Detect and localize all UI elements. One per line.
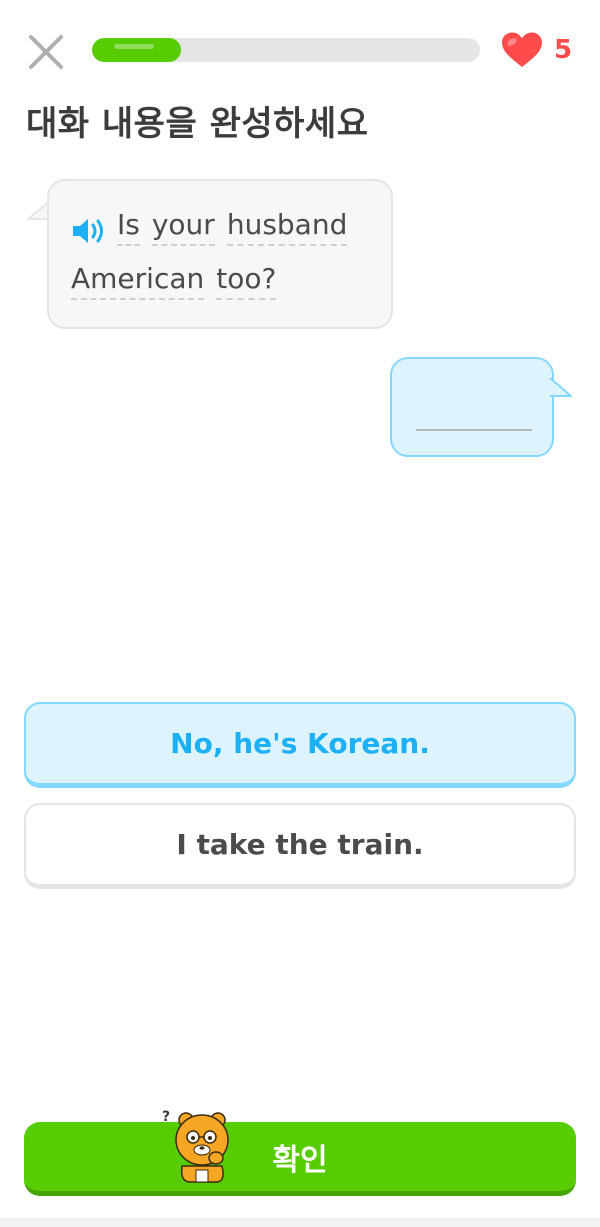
answer-speech-bubble <box>390 357 554 457</box>
choice-label: No, he's Korean. <box>170 727 430 760</box>
prompt-word[interactable]: American <box>71 263 205 300</box>
bear-mascot-icon: ? <box>162 1109 229 1183</box>
choice-option-1[interactable]: No, he's Korean. <box>24 702 576 788</box>
prompt-speech-bubble: Is your husband American too? <box>47 179 393 329</box>
heart-icon <box>502 32 542 67</box>
close-button[interactable] <box>24 30 68 74</box>
prompt-word[interactable]: husband <box>226 209 348 246</box>
prompt-word[interactable]: your <box>151 209 215 246</box>
prompt-line-1: Is your husband <box>71 209 348 246</box>
choice-label: I take the train. <box>176 828 424 861</box>
choice-option-2[interactable]: I take the train. <box>24 803 576 889</box>
close-icon <box>29 35 63 69</box>
svg-text:?: ? <box>162 1109 170 1125</box>
check-button-label: 확인 <box>272 1142 328 1178</box>
hearts-counter: 5 <box>500 28 572 72</box>
prompt-word[interactable]: too? <box>216 263 277 300</box>
bottom-system-bar <box>0 1218 600 1227</box>
answer-blank <box>416 429 532 431</box>
speaker-button[interactable] <box>71 216 107 246</box>
hearts-count: 5 <box>554 35 573 65</box>
lesson-progress-bar <box>92 38 480 62</box>
progress-shine <box>114 44 154 49</box>
page-title: 대화 내용을 완성하세요 <box>26 104 369 144</box>
speaker-icon <box>73 219 103 243</box>
progress-fill <box>92 38 182 62</box>
prompt-line-2: American too? <box>71 263 277 300</box>
check-button[interactable]: 확인 <box>24 1122 576 1196</box>
answer-bubble-tail <box>549 377 572 397</box>
prompt-word[interactable]: Is <box>117 209 140 246</box>
